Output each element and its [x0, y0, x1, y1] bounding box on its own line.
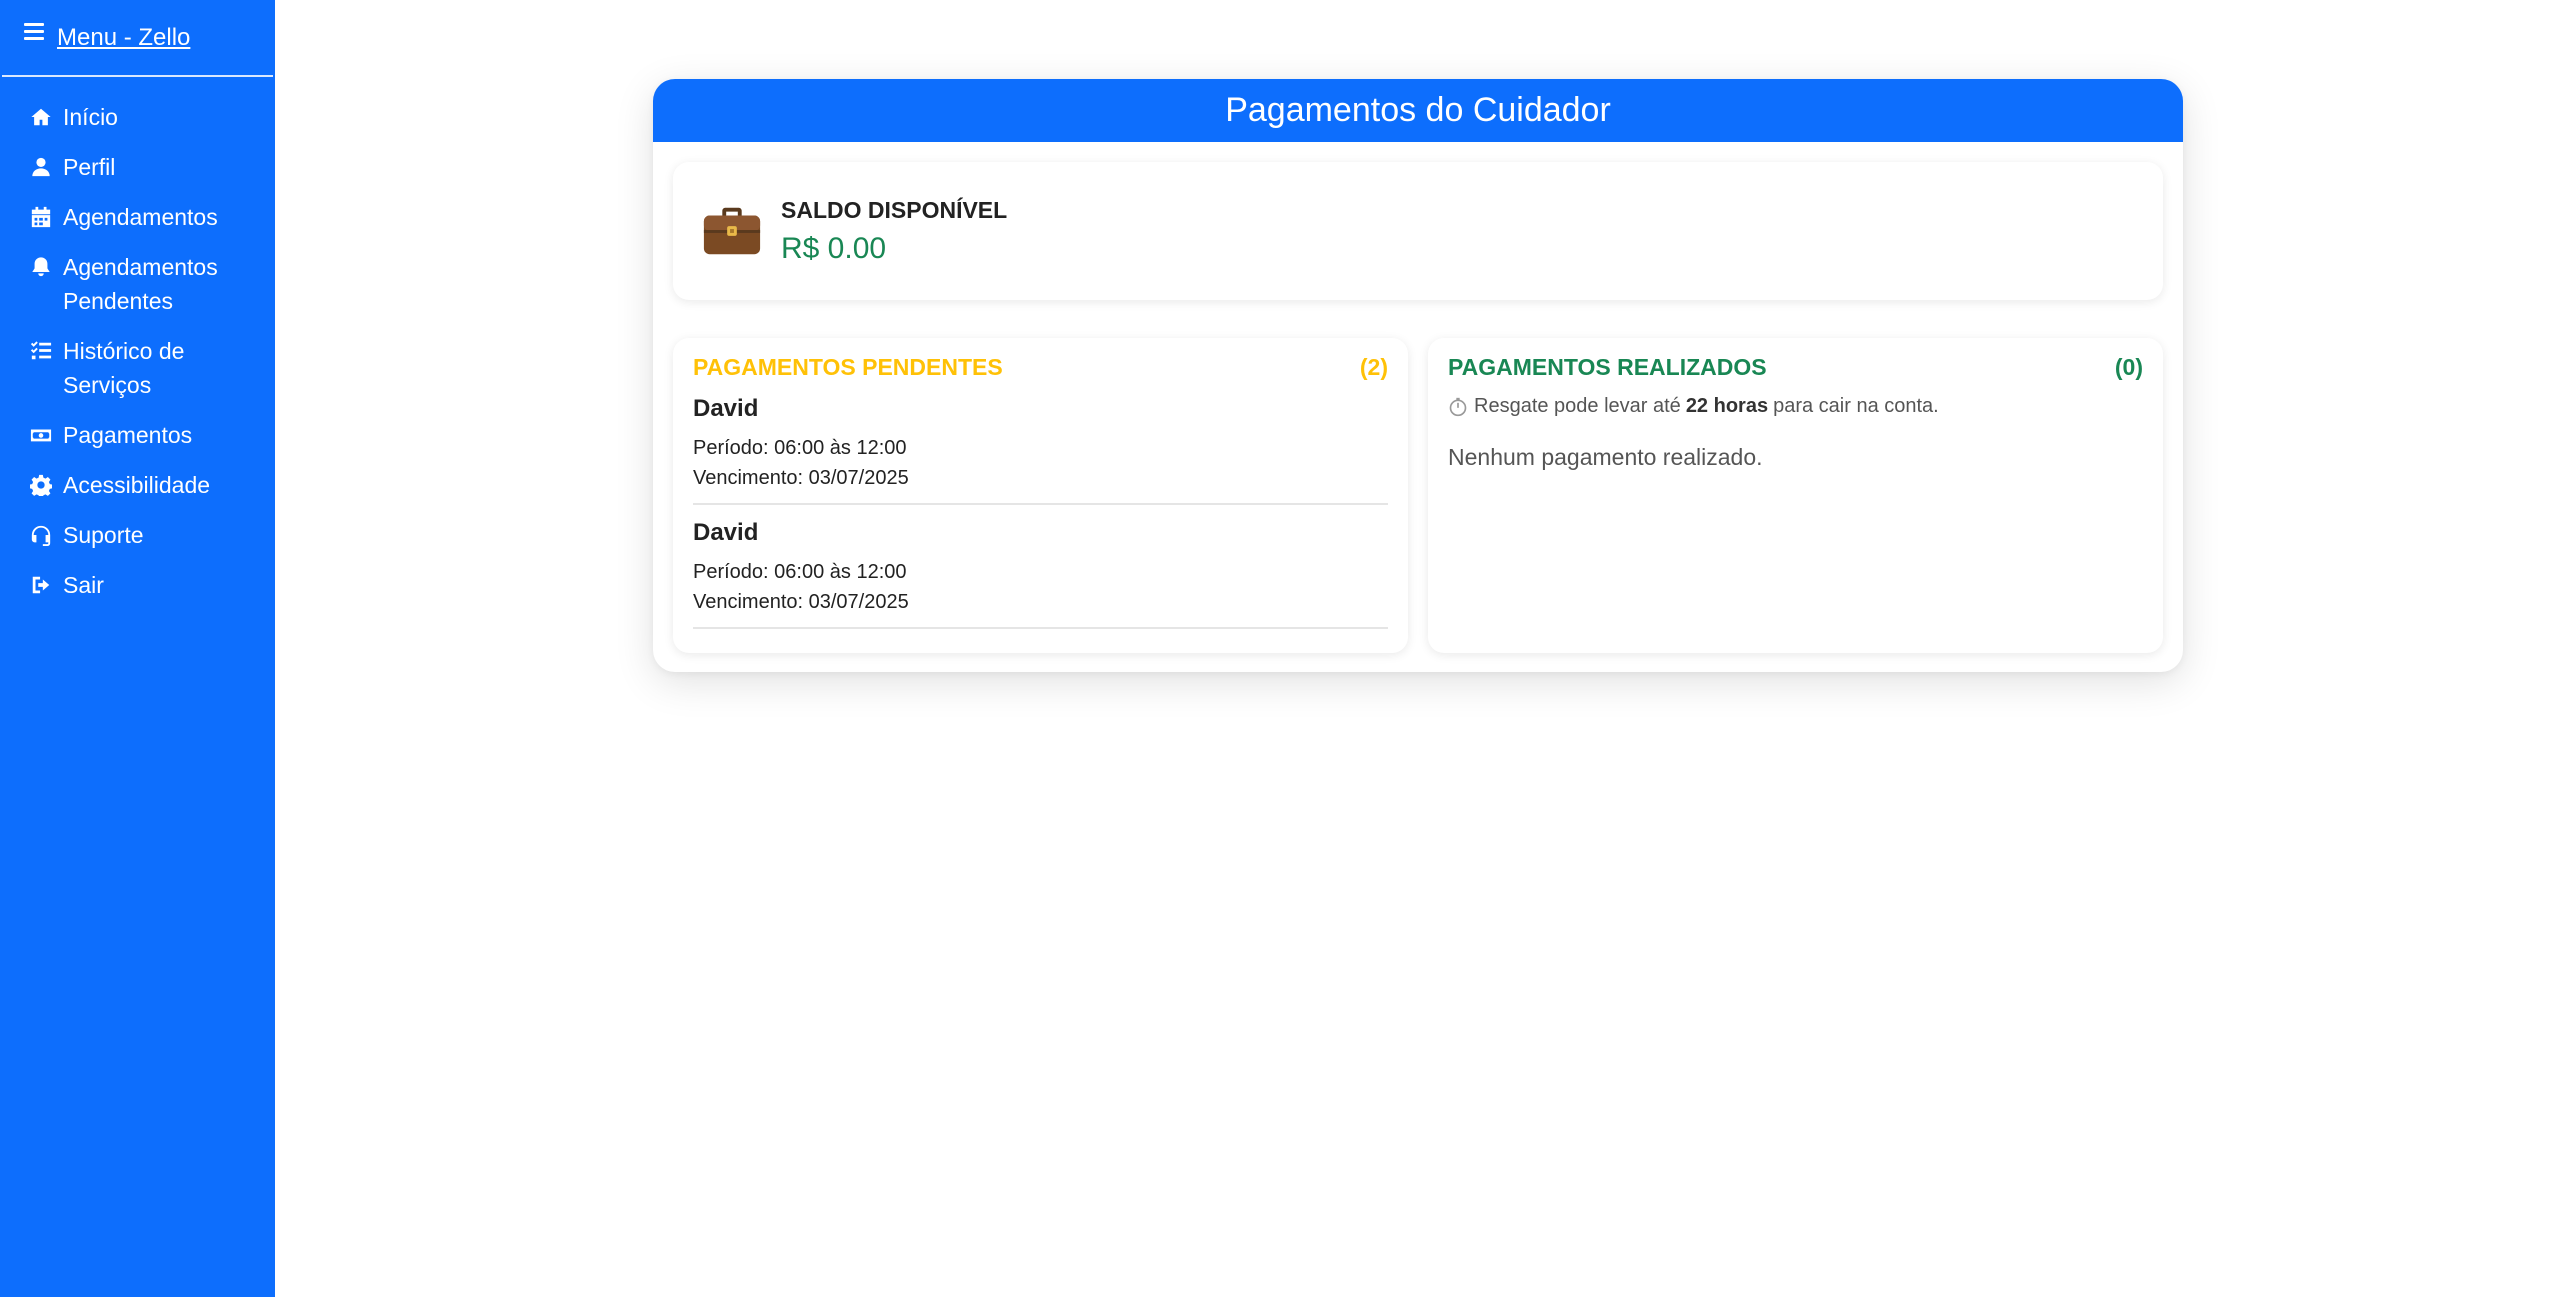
bell-icon — [30, 250, 54, 284]
list-item: David Período: 06:00 às 12:00 Vencimento… — [693, 505, 1388, 629]
sidebar-item-label: Sair — [63, 572, 104, 598]
payment-client-name: David — [693, 519, 759, 546]
sidebar-item-acessibilidade[interactable]: Acessibilidade — [0, 460, 275, 510]
sidebar-item-inicio[interactable]: Início — [0, 92, 275, 142]
withdrawal-note-prefix: Resgate pode levar até — [1474, 395, 1681, 417]
sidebar-item-pagamentos[interactable]: Pagamentos — [0, 410, 275, 460]
sidebar-item-label: Histórico de Serviços — [63, 338, 185, 398]
payment-period: Período: 06:00 às 12:00 — [693, 437, 907, 459]
withdrawal-note-suffix: para cair na conta. — [1773, 395, 1939, 417]
pending-payments-panel: PAGAMENTOS PENDENTES (2) David Período: … — [673, 338, 1408, 653]
sidebar-item-label: Suporte — [63, 522, 144, 548]
pending-payments-title: PAGAMENTOS PENDENTES — [693, 354, 1003, 380]
menu-title-link[interactable]: Menu - Zello — [57, 24, 190, 52]
balance-value: R$ 0.00 — [781, 231, 887, 265]
payment-due-date: Vencimento: 03/07/2025 — [693, 591, 909, 613]
balance-info: SALDO DISPONÍVEL R$ 0.00 — [781, 197, 1007, 266]
sidebar-item-label: Agendamentos Pendentes — [63, 254, 218, 314]
withdrawal-note-hours: 22 horas — [1685, 395, 1769, 417]
hamburger-icon[interactable] — [24, 23, 44, 40]
list-check-icon — [30, 334, 54, 368]
sidebar-item-sair[interactable]: Sair — [0, 560, 275, 610]
completed-payments-title: PAGAMENTOS REALIZADOS — [1448, 354, 1767, 380]
menu-header: Menu - Zello — [2, 0, 273, 77]
home-icon — [30, 100, 54, 134]
sidebar-item-agendamentos[interactable]: Agendamentos — [0, 192, 275, 242]
logout-icon — [30, 568, 54, 602]
completed-payments-header: PAGAMENTOS REALIZADOS (0) — [1448, 354, 2143, 381]
money-icon — [30, 418, 54, 452]
balance-label: SALDO DISPONÍVEL — [781, 196, 1008, 223]
payments-card: Pagamentos do Cuidador SALDO DISPONÍVEL … — [653, 79, 2183, 672]
payment-client-name: David — [693, 395, 759, 422]
completed-payments-count: (0) — [2114, 354, 2143, 380]
sidebar-item-agendamentos-pendentes[interactable]: Agendamentos Pendentes — [0, 242, 275, 326]
sidebar-item-label: Início — [63, 104, 118, 130]
pending-payments-count: (2) — [1359, 354, 1388, 380]
sidebar-item-label: Perfil — [63, 154, 116, 180]
withdrawal-note: Resgate pode levar até 22 horas para cai… — [1448, 395, 2143, 418]
payment-period: Período: 06:00 às 12:00 — [693, 561, 907, 583]
sidebar-nav: Início Perfil Agendamentos Agendamentos … — [0, 77, 275, 610]
list-item: David Período: 06:00 às 12:00 Vencimento… — [693, 381, 1388, 505]
calendar-icon — [30, 200, 54, 234]
headset-icon — [30, 518, 54, 552]
sidebar: Menu - Zello Início Perfil Agendamentos … — [0, 0, 275, 1297]
sidebar-item-perfil[interactable]: Perfil — [0, 142, 275, 192]
sidebar-item-label: Pagamentos — [63, 422, 193, 448]
sidebar-item-label: Acessibilidade — [63, 472, 211, 498]
sidebar-item-historico[interactable]: Histórico de Serviços — [0, 326, 275, 410]
page-title: Pagamentos do Cuidador — [653, 79, 2183, 142]
sidebar-item-suporte[interactable]: Suporte — [0, 510, 275, 560]
stopwatch-icon — [1449, 397, 1467, 416]
balance-card: SALDO DISPONÍVEL R$ 0.00 — [673, 162, 2163, 300]
payment-due-date: Vencimento: 03/07/2025 — [693, 467, 909, 489]
empty-state-text: Nenhum pagamento realizado. — [1448, 444, 1763, 470]
sidebar-item-label: Agendamentos — [63, 204, 218, 230]
completed-payments-panel: PAGAMENTOS REALIZADOS (0) Resgate pode l… — [1428, 338, 2163, 653]
user-icon — [30, 150, 54, 184]
briefcase-icon — [703, 207, 761, 255]
pending-payments-header: PAGAMENTOS PENDENTES (2) — [693, 354, 1388, 381]
gear-icon — [30, 468, 54, 502]
